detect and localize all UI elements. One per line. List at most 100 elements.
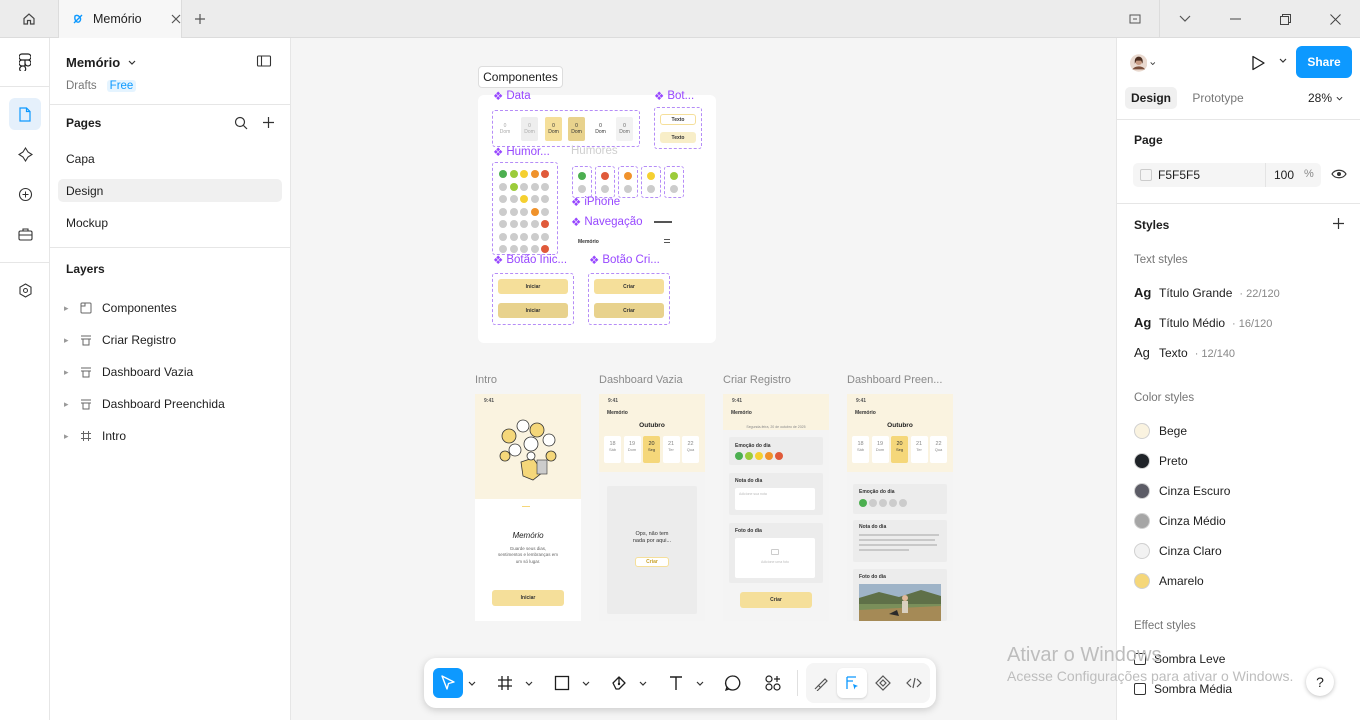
layer-item-criar-registro[interactable]: ▸ Criar Registro: [64, 329, 284, 351]
dev-mode-button[interactable]: [9, 274, 41, 306]
frame-label-criar-registro[interactable]: Criar Registro: [723, 374, 791, 386]
frame-criar-registro[interactable]: 9:41 Memório Segunda-feira, 20 de outubr…: [723, 394, 829, 621]
avatar-menu[interactable]: [1130, 51, 1156, 75]
rail-divider: [0, 86, 50, 87]
chevron-right-icon[interactable]: ▸: [64, 367, 76, 378]
layer-item-dashboard-preenchida[interactable]: ▸ Dashboard Preenchida: [64, 393, 284, 415]
page-item-mockup[interactable]: Mockup: [58, 211, 282, 234]
frame-tool-menu[interactable]: [523, 668, 535, 698]
comment-tool[interactable]: [718, 668, 748, 698]
layer-item-dashboard-vazia[interactable]: ▸ Dashboard Vazia: [64, 361, 284, 383]
section-label-componentes[interactable]: Componentes: [478, 66, 563, 88]
file-name-menu[interactable]: Memório: [66, 55, 136, 70]
restore-button[interactable]: [1270, 0, 1300, 38]
add-style-button[interactable]: [1332, 217, 1345, 230]
text-style-titulo-medio[interactable]: Ag Título Médio · 16/120: [1134, 315, 1272, 330]
tab-design[interactable]: Design: [1125, 87, 1177, 109]
chevron-right-icon[interactable]: ▸: [64, 399, 76, 410]
chevron-right-icon[interactable]: ▸: [64, 335, 76, 346]
text-style-texto[interactable]: Ag Texto · 12/140: [1134, 345, 1235, 360]
component-data-label[interactable]: ❖ Data: [493, 89, 531, 103]
toggle-visibility-button[interactable]: [1331, 168, 1347, 180]
present-button[interactable]: [1250, 52, 1272, 74]
design-mode-button[interactable]: [837, 668, 867, 698]
assets-icon: [17, 146, 33, 162]
humores-variant[interactable]: [618, 166, 638, 198]
pen-tool[interactable]: [604, 668, 634, 698]
text-tool[interactable]: [661, 668, 691, 698]
prototype-mode-button[interactable]: [868, 668, 898, 698]
frame-label-dashboard-vazia[interactable]: Dashboard Vazia: [599, 374, 683, 386]
frame-dashboard-preenchida[interactable]: 9:41 Memório Outubro Emoção do dia Nota …: [847, 394, 953, 621]
file-panel-button[interactable]: [9, 98, 41, 130]
frame-label-dashboard-preenchida[interactable]: Dashboard Preen...: [847, 374, 942, 386]
present-options-button[interactable]: [1279, 58, 1287, 63]
frame-intro[interactable]: 9:41 Memório Guarde seus dias, sentiment…: [475, 394, 581, 621]
page-color-hex[interactable]: F5F5F5: [1158, 168, 1200, 182]
plugins-button[interactable]: [9, 178, 41, 210]
canvas[interactable]: Componentes ❖ Data ❖ Bot... 0 Dom 0 Dom 0 Dom…: [291, 38, 1116, 720]
assets-button[interactable]: [9, 138, 41, 170]
toggle-sidebar-button[interactable]: [256, 54, 276, 70]
close-window-button[interactable]: [1320, 0, 1350, 38]
humores-variant[interactable]: [572, 166, 592, 198]
search-pages-button[interactable]: [234, 116, 248, 130]
component-botao-inic-label[interactable]: ❖ Botão Inic...: [493, 253, 567, 267]
frame-tool[interactable]: [490, 668, 520, 698]
color-style-item[interactable]: Amarelo: [1134, 573, 1204, 589]
text-style-titulo-grande[interactable]: Ag Título Grande · 22/120: [1134, 285, 1280, 300]
main-menu-button[interactable]: [9, 46, 41, 78]
humores-variant[interactable]: [641, 166, 661, 198]
chevron-right-icon[interactable]: ▸: [64, 431, 76, 442]
add-page-button[interactable]: [262, 116, 275, 129]
close-icon[interactable]: [171, 14, 181, 24]
move-tool[interactable]: [433, 668, 463, 698]
page-opacity-value[interactable]: 100: [1274, 168, 1294, 182]
shape-tool-menu[interactable]: [580, 668, 592, 698]
shape-tool[interactable]: [547, 668, 577, 698]
layer-item-intro[interactable]: ▸ Intro: [64, 425, 284, 447]
tab-prototype[interactable]: Prototype: [1183, 87, 1253, 109]
layer-item-componentes[interactable]: ▸ Componentes: [64, 297, 284, 319]
frame-dashboard-vazia[interactable]: 9:41 Memório Outubro Ops, não tem nada p…: [599, 394, 705, 621]
home-button[interactable]: [10, 0, 48, 38]
humores-label[interactable]: Humores: [571, 145, 618, 157]
minimize-button[interactable]: [1220, 0, 1250, 38]
new-tab-button[interactable]: [188, 0, 212, 38]
chevron-right-icon[interactable]: ▸: [64, 303, 76, 314]
component-iphone-label[interactable]: ❖ iPhone: [571, 195, 620, 209]
color-style-item[interactable]: Cinza Médio: [1134, 513, 1226, 529]
page-item-capa[interactable]: Capa: [58, 147, 282, 170]
zoom-dropdown[interactable]: 28%: [1308, 91, 1343, 105]
dev-mode-toggle[interactable]: [899, 668, 929, 698]
resources-button[interactable]: [9, 218, 41, 250]
humores-variant[interactable]: [595, 166, 615, 198]
component-botao-cri-label[interactable]: ❖ Botão Cri...: [589, 253, 660, 267]
tab-list-button[interactable]: [1118, 0, 1152, 38]
effect-style-sombra-media[interactable]: Sombra Média: [1134, 682, 1232, 696]
component-humor-label[interactable]: ❖ Humor...: [493, 145, 550, 159]
page-item-design[interactable]: Design: [58, 179, 282, 202]
actions-tool[interactable]: [758, 668, 788, 698]
menu-dropdown-button[interactable]: [1170, 0, 1200, 38]
move-tool-menu[interactable]: [466, 668, 478, 698]
share-button[interactable]: Share: [1296, 46, 1352, 78]
mood-dot: [509, 220, 518, 228]
page-color-swatch[interactable]: [1140, 169, 1152, 181]
frame-label-intro[interactable]: Intro: [475, 374, 497, 386]
pen-tool-menu[interactable]: [637, 668, 649, 698]
color-style-item[interactable]: Preto: [1134, 453, 1188, 469]
component-navegacao-label[interactable]: ❖ Navegação: [571, 215, 643, 229]
file-tab[interactable]: Memório: [58, 0, 182, 38]
text-tool-menu[interactable]: [694, 668, 706, 698]
component-bot-label[interactable]: ❖ Bot...: [654, 89, 694, 103]
drafts-link[interactable]: Drafts: [66, 80, 97, 92]
humores-variant[interactable]: [664, 166, 684, 198]
componentes-section[interactable]: ❖ Data ❖ Bot... 0 Dom 0 Dom 0 Dom 0 Dom 0 Dom 0…: [478, 90, 716, 343]
draw-mode-button[interactable]: [806, 668, 836, 698]
help-button[interactable]: ?: [1306, 668, 1334, 696]
color-style-item[interactable]: Bege: [1134, 423, 1187, 439]
color-style-item[interactable]: Cinza Claro: [1134, 543, 1222, 559]
color-style-item[interactable]: Cinza Escuro: [1134, 483, 1230, 499]
page-section-title: Page: [1134, 133, 1163, 147]
